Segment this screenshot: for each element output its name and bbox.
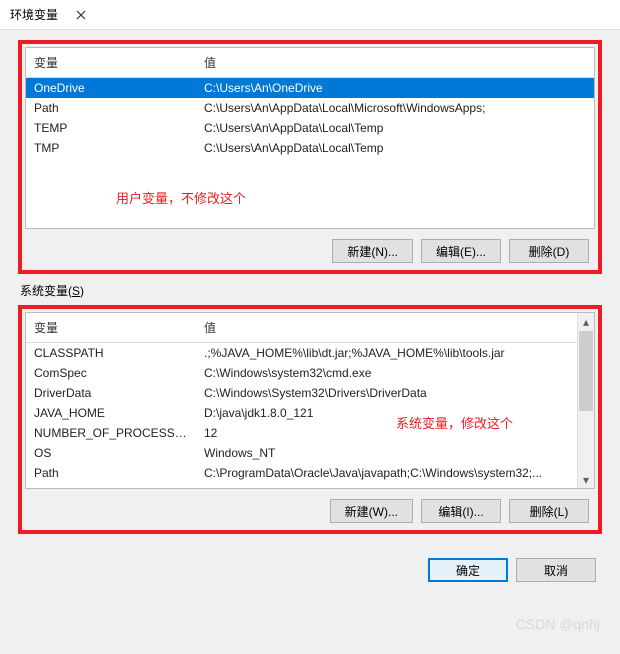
system-variables-section: 变量 值 CLASSPATH.;%JAVA_HOME%\lib\dt.jar;%… [18, 305, 602, 534]
var-name: OS [26, 443, 196, 463]
system-annotation: 系统变量，修改这个 [396, 413, 513, 432]
system-variables-table[interactable]: 变量 值 CLASSPATH.;%JAVA_HOME%\lib\dt.jar;%… [26, 313, 577, 483]
cancel-button[interactable]: 取消 [516, 558, 596, 582]
var-name: Path [26, 98, 196, 118]
user-edit-button[interactable]: 编辑(E)... [421, 239, 501, 263]
column-header-value[interactable]: 值 [196, 313, 577, 343]
system-edit-button[interactable]: 编辑(I)... [421, 499, 501, 523]
close-icon [76, 10, 86, 20]
var-value: C:\Users\An\AppData\Local\Temp [196, 138, 594, 158]
table-row[interactable]: CLASSPATH.;%JAVA_HOME%\lib\dt.jar;%JAVA_… [26, 343, 577, 364]
table-row[interactable]: TMPC:\Users\An\AppData\Local\Temp [26, 138, 594, 158]
close-button[interactable] [58, 0, 103, 30]
var-name: JAVA_HOME [26, 403, 196, 423]
system-delete-button[interactable]: 删除(L) [509, 499, 589, 523]
table-row[interactable]: OneDriveC:\Users\An\OneDrive [26, 78, 594, 99]
titlebar: 环境变量 [0, 0, 620, 30]
var-value: C:\Users\An\AppData\Local\Temp [196, 118, 594, 138]
var-value: C:\Users\An\AppData\Local\Microsoft\Wind… [196, 98, 594, 118]
table-row[interactable]: PathC:\ProgramData\Oracle\Java\javapath;… [26, 463, 577, 483]
user-variables-section: 变量 值 OneDriveC:\Users\An\OneDrivePathC:\… [18, 40, 602, 274]
window-title: 环境变量 [10, 6, 58, 23]
table-row[interactable]: TEMPC:\Users\An\AppData\Local\Temp [26, 118, 594, 138]
user-variables-table[interactable]: 变量 值 OneDriveC:\Users\An\OneDrivePathC:\… [26, 48, 594, 158]
user-buttons-row: 新建(N)... 编辑(E)... 删除(D) [25, 229, 595, 267]
system-variables-label: 系统变量(S) [20, 282, 602, 299]
var-name: Path [26, 463, 196, 483]
scroll-down-icon[interactable]: ▾ [578, 471, 594, 488]
footer-buttons: 确定 取消 [18, 542, 602, 582]
var-name: DriverData [26, 383, 196, 403]
var-value: .;%JAVA_HOME%\lib\dt.jar;%JAVA_HOME%\lib… [196, 343, 577, 364]
var-name: NUMBER_OF_PROCESSORS [26, 423, 196, 443]
column-header-value[interactable]: 值 [196, 48, 594, 78]
column-header-name[interactable]: 变量 [26, 48, 196, 78]
var-value: C:\Users\An\OneDrive [196, 78, 594, 99]
user-annotation: 用户变量，不修改这个 [116, 188, 246, 207]
var-value: C:\Windows\system32\cmd.exe [196, 363, 577, 383]
table-row[interactable]: PathC:\Users\An\AppData\Local\Microsoft\… [26, 98, 594, 118]
scrollbar[interactable]: ▴ ▾ [577, 313, 594, 488]
scroll-up-icon[interactable]: ▴ [578, 313, 594, 330]
var-value: D:\java\jdk1.8.0_121 [196, 403, 577, 423]
var-value: C:\ProgramData\Oracle\Java\javapath;C:\W… [196, 463, 577, 483]
var-value: 12 [196, 423, 577, 443]
var-name: TEMP [26, 118, 196, 138]
var-name: ComSpec [26, 363, 196, 383]
table-row[interactable]: ComSpecC:\Windows\system32\cmd.exe [26, 363, 577, 383]
column-header-name[interactable]: 变量 [26, 313, 196, 343]
var-name: CLASSPATH [26, 343, 196, 364]
system-new-button[interactable]: 新建(W)... [330, 499, 413, 523]
user-delete-button[interactable]: 删除(D) [509, 239, 589, 263]
var-name: OneDrive [26, 78, 196, 99]
table-row[interactable]: OSWindows_NT [26, 443, 577, 463]
var-value: C:\Windows\System32\Drivers\DriverData [196, 383, 577, 403]
user-new-button[interactable]: 新建(N)... [332, 239, 413, 263]
system-buttons-row: 新建(W)... 编辑(I)... 删除(L) [25, 489, 595, 527]
scroll-thumb[interactable] [579, 331, 593, 411]
var-value: Windows_NT [196, 443, 577, 463]
var-name: TMP [26, 138, 196, 158]
watermark: CSDN @qnhj [516, 616, 600, 632]
ok-button[interactable]: 确定 [428, 558, 508, 582]
table-row[interactable]: DriverDataC:\Windows\System32\Drivers\Dr… [26, 383, 577, 403]
